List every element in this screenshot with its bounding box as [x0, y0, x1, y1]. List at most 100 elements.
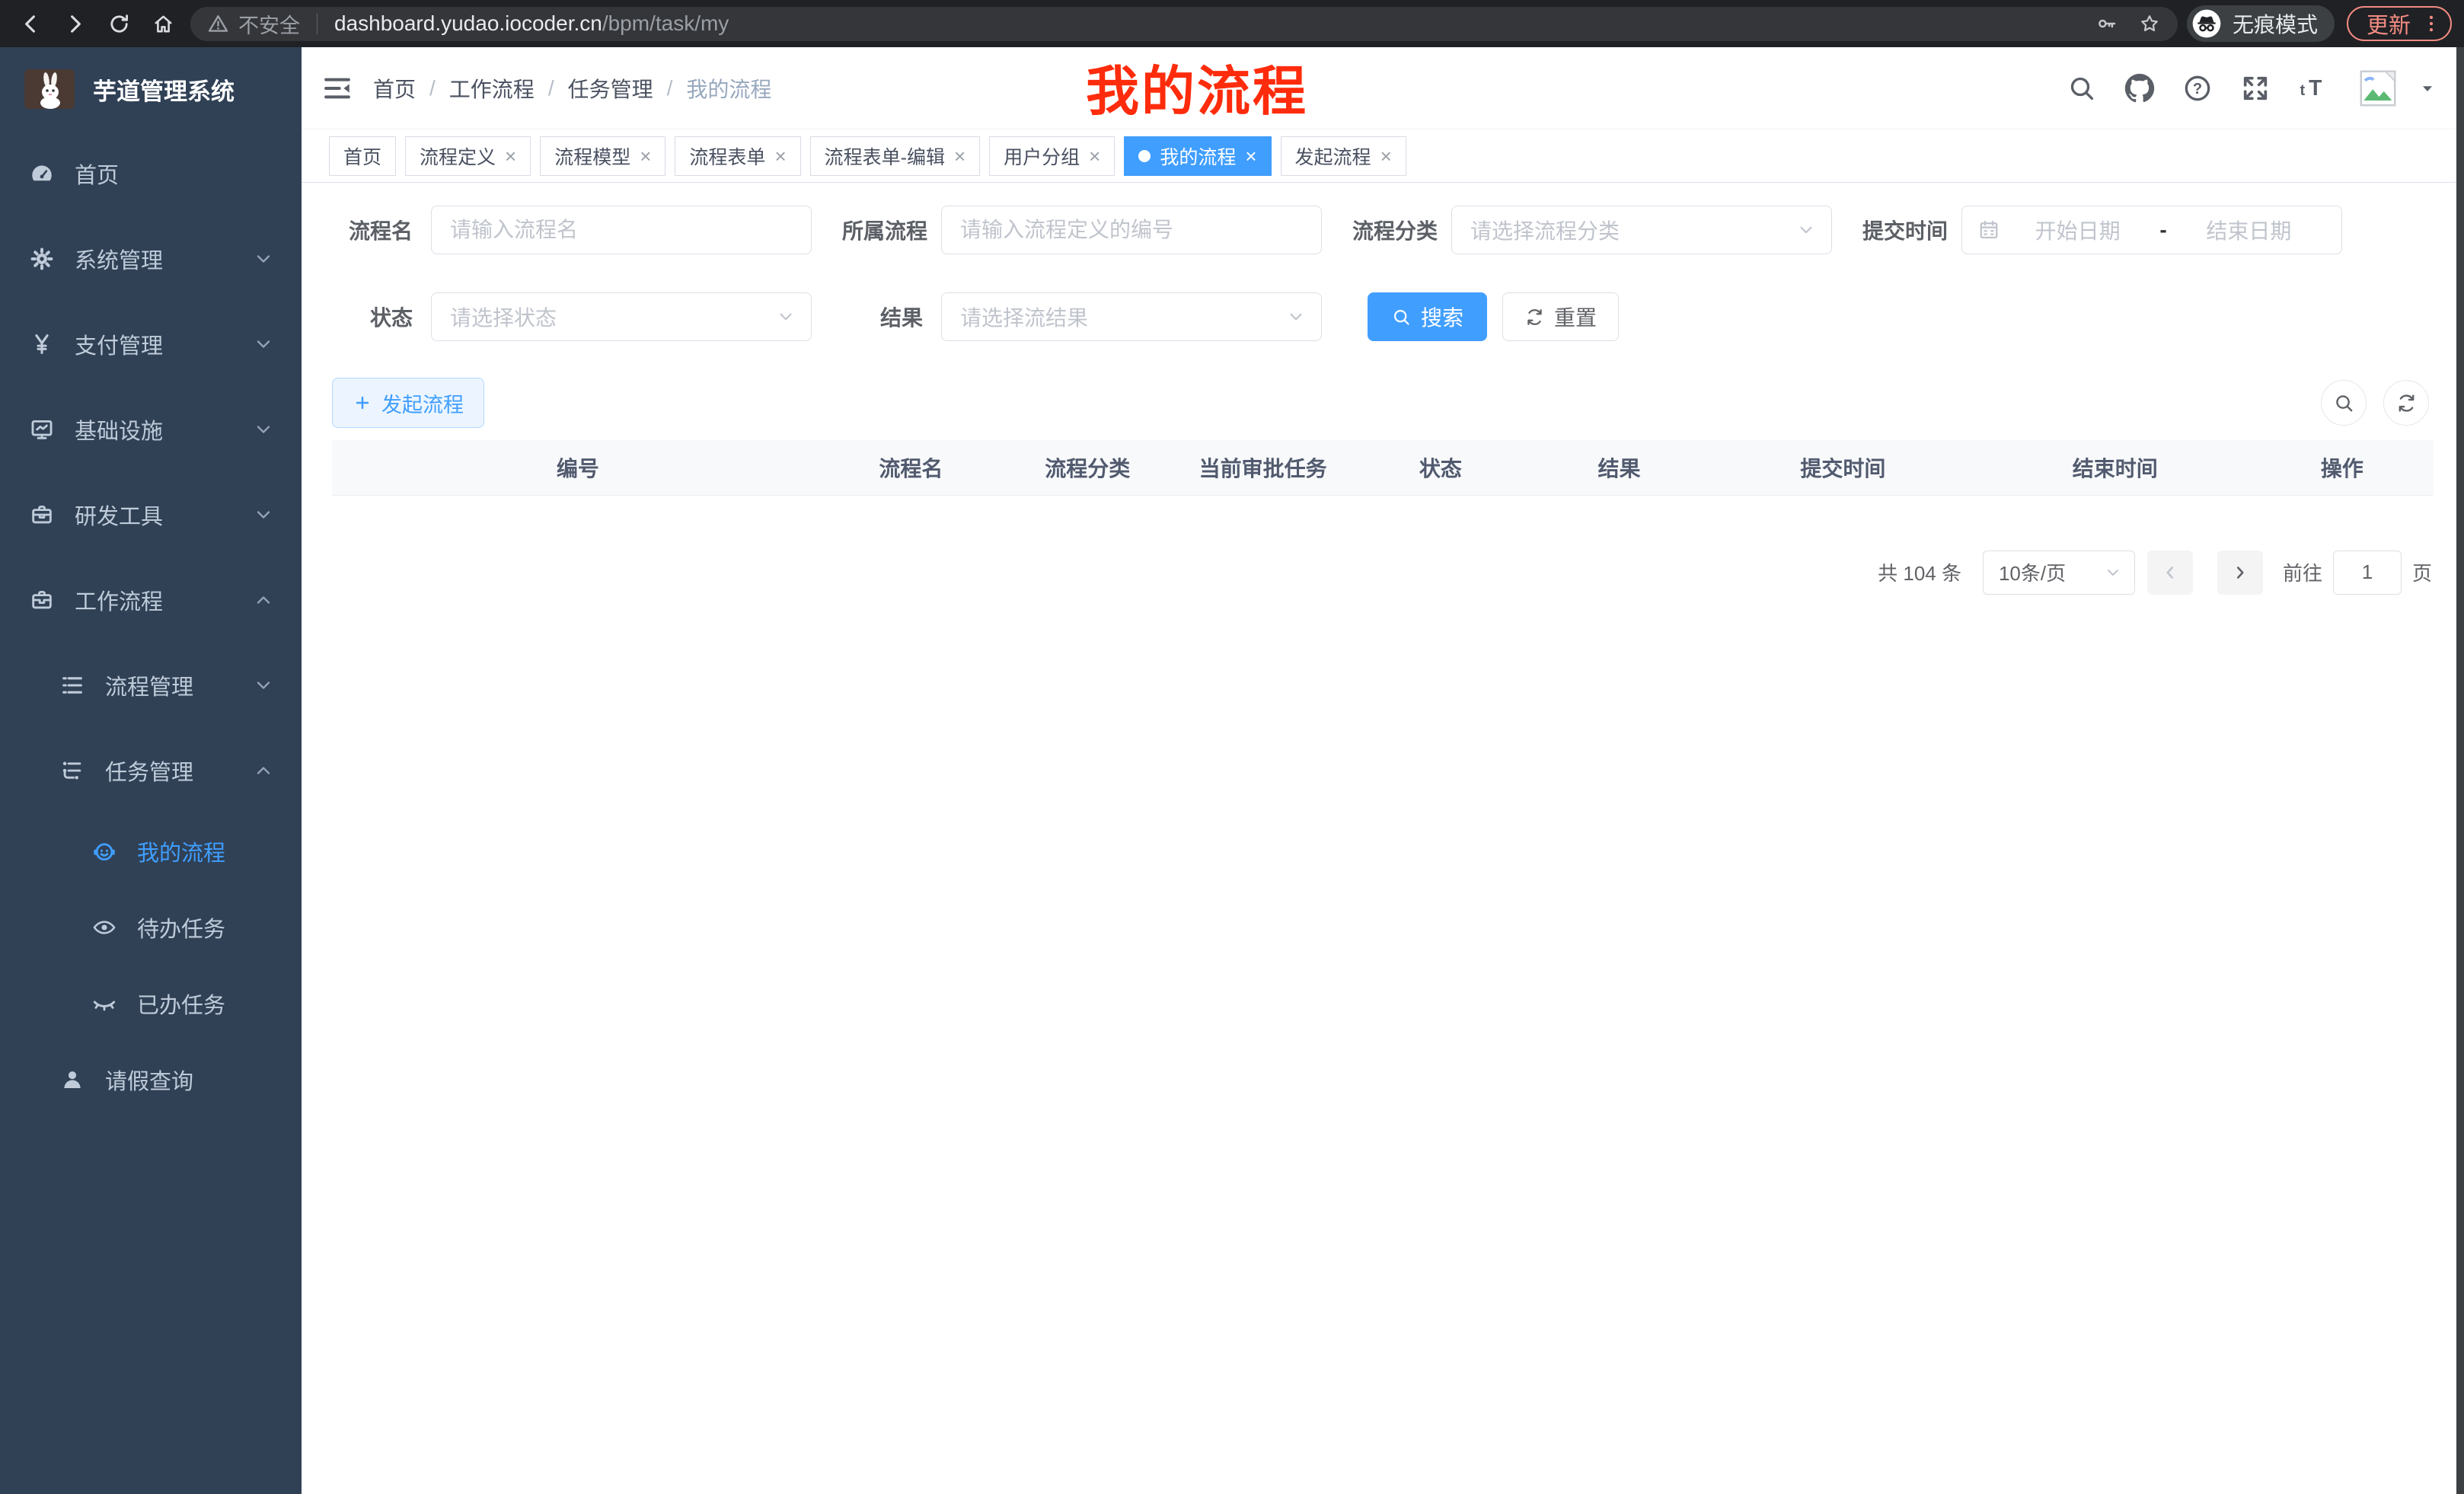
create-process-button[interactable]: 发起流程 [332, 378, 484, 428]
tab[interactable]: 流程模型× [540, 136, 665, 176]
select-placeholder: 请选择流程分类 [1470, 215, 1620, 245]
chevron-down-icon [253, 334, 274, 355]
goto-suffix: 页 [2412, 558, 2432, 586]
tab[interactable]: 流程表单-编辑 × [810, 136, 981, 176]
caret-down-icon[interactable] [2418, 79, 2437, 97]
process-definition-input[interactable] [941, 206, 1322, 254]
svg-text:?: ? [2193, 81, 2202, 97]
start-date-placeholder[interactable]: 开始日期 [2000, 215, 2155, 245]
date-range-picker[interactable]: 开始日期 - 结束日期 [1961, 206, 2342, 254]
status-select[interactable]: 请选择状态 [431, 292, 812, 341]
show-search-button[interactable] [2321, 380, 2367, 426]
tab-label: 用户分组 [1004, 142, 1080, 170]
home-icon[interactable] [145, 5, 181, 42]
back-icon[interactable] [12, 5, 49, 42]
help-icon[interactable]: ? [2182, 73, 2213, 104]
refresh-table-button[interactable] [2383, 380, 2429, 426]
sidebar-item[interactable]: 支付管理 [0, 302, 302, 387]
tab-bar: 首页流程定义×流程模型×流程表单×流程表单-编辑×用户分组×我的流程×发起流程× [302, 129, 2464, 183]
pagination: 共 104 条 10条/页 前往 页 [332, 551, 2434, 595]
tab-close-icon[interactable]: × [1380, 146, 1392, 166]
update-button[interactable]: 更新 [2347, 6, 2452, 41]
prev-page-button[interactable] [2147, 551, 2193, 595]
address-bar[interactable]: 不安全 dashboard.yudao.iocoder.cn/bpm/task/… [190, 7, 2178, 41]
tab-close-icon[interactable]: × [774, 146, 786, 166]
dashboard-icon [29, 161, 55, 187]
tab-close-icon[interactable]: × [640, 146, 651, 166]
tab[interactable]: 流程定义 × [405, 136, 531, 176]
breadcrumb-item[interactable]: 任务管理 [568, 73, 653, 104]
monitor-icon [29, 417, 55, 442]
tab[interactable]: 用户分组 × [989, 136, 1115, 176]
sidebar-item[interactable]: 系统管理 [0, 216, 302, 302]
sidebar-item-label: 基础设施 [75, 413, 163, 445]
table-header-cell: 编号 [332, 440, 824, 495]
search-button[interactable]: 搜索 [1368, 292, 1487, 341]
sidebar: 芋道管理系统 首页系统管理支付管理基础设施研发工具工作流程流程管理任务管理我的流… [0, 47, 302, 1494]
sidebar-item[interactable]: 工作流程 [0, 557, 302, 643]
table-header-cell: 操作 [2251, 440, 2434, 495]
process-name-input[interactable] [431, 206, 812, 254]
tab[interactable]: 流程表单 × [675, 136, 800, 176]
sidebar-item[interactable]: 研发工具 [0, 472, 302, 557]
breadcrumb-item[interactable]: 工作流程 [449, 73, 535, 104]
sidebar-item[interactable]: 待办任务 [0, 889, 302, 966]
sidebar-item[interactable]: 首页 [0, 131, 302, 216]
sidebar-item[interactable]: 任务管理 [0, 728, 302, 813]
sidebar-item[interactable]: 流程管理 [0, 643, 302, 728]
navbar-actions: ? tT [2067, 66, 2437, 110]
sidebar-item[interactable]: 我的流程 [0, 813, 302, 889]
filter-status: 状态 请选择状态 [332, 292, 812, 341]
tab-close-icon[interactable]: × [1089, 146, 1100, 166]
tab[interactable]: 发起流程× [1281, 136, 1406, 176]
sidebar-item-label: 工作流程 [75, 584, 163, 616]
tab-close-icon[interactable]: × [505, 146, 516, 166]
gear-icon [29, 246, 55, 272]
page-size-value: 10条/页 [1999, 558, 2066, 586]
tab[interactable]: 首页 [329, 136, 396, 176]
table-header-cell: 结束时间 [1980, 440, 2251, 495]
chevron-down-icon [253, 248, 274, 270]
end-date-placeholder[interactable]: 结束日期 [2172, 215, 2326, 245]
result-select[interactable]: 请选择流结果 [941, 292, 1322, 341]
reload-icon[interactable] [101, 5, 137, 42]
hamburger-icon[interactable] [321, 72, 353, 104]
font-size-icon[interactable]: tT [2298, 73, 2328, 104]
page-size-select[interactable]: 10条/页 [1983, 551, 2135, 595]
goto-page-input[interactable] [2333, 551, 2402, 595]
svg-text:t: t [2300, 82, 2306, 99]
search-icon [1391, 307, 1412, 327]
refresh-icon [1524, 307, 1545, 327]
sidebar-item[interactable]: 已办任务 [0, 966, 302, 1042]
next-page-button[interactable] [2217, 551, 2263, 595]
github-icon[interactable] [2124, 73, 2155, 104]
filter-label: 流程名 [332, 215, 431, 245]
breadcrumb-separator: / [667, 76, 673, 101]
avatar[interactable] [2356, 66, 2400, 110]
category-select[interactable]: 请选择流程分类 [1451, 206, 1832, 254]
sidebar-item[interactable]: 请假查询 [0, 1042, 302, 1118]
tab-close-icon[interactable]: × [1245, 146, 1256, 166]
sidebar-item[interactable]: 基础设施 [0, 387, 302, 472]
browser-nav [12, 5, 181, 42]
tab-label: 流程定义 [420, 142, 496, 170]
goto-page: 前往 页 [2283, 551, 2432, 595]
search-icon [2333, 392, 2355, 414]
key-icon[interactable] [2095, 12, 2118, 35]
face-icon [91, 838, 117, 864]
fullscreen-icon[interactable] [2240, 73, 2271, 104]
app-logo[interactable]: 芋道管理系统 [0, 47, 302, 131]
window-scrollbar[interactable] [2456, 47, 2464, 1494]
kebab-menu-icon[interactable] [2420, 12, 2443, 35]
forward-icon[interactable] [56, 5, 93, 42]
search-icon[interactable] [2067, 73, 2097, 104]
tab[interactable]: 我的流程× [1124, 136, 1271, 176]
tab-label: 流程表单 [689, 142, 765, 170]
breadcrumb-item[interactable]: 首页 [373, 73, 416, 104]
tab-label: 流程表单-编辑 [825, 142, 945, 170]
tab-close-icon[interactable]: × [954, 146, 965, 166]
filter-result: 结果 请选择流结果 [842, 292, 1322, 341]
table-header-row: 编号流程名流程分类当前审批任务状态结果提交时间结束时间操作 [332, 440, 2434, 495]
star-icon[interactable] [2138, 12, 2161, 35]
reset-button[interactable]: 重置 [1502, 292, 1619, 341]
